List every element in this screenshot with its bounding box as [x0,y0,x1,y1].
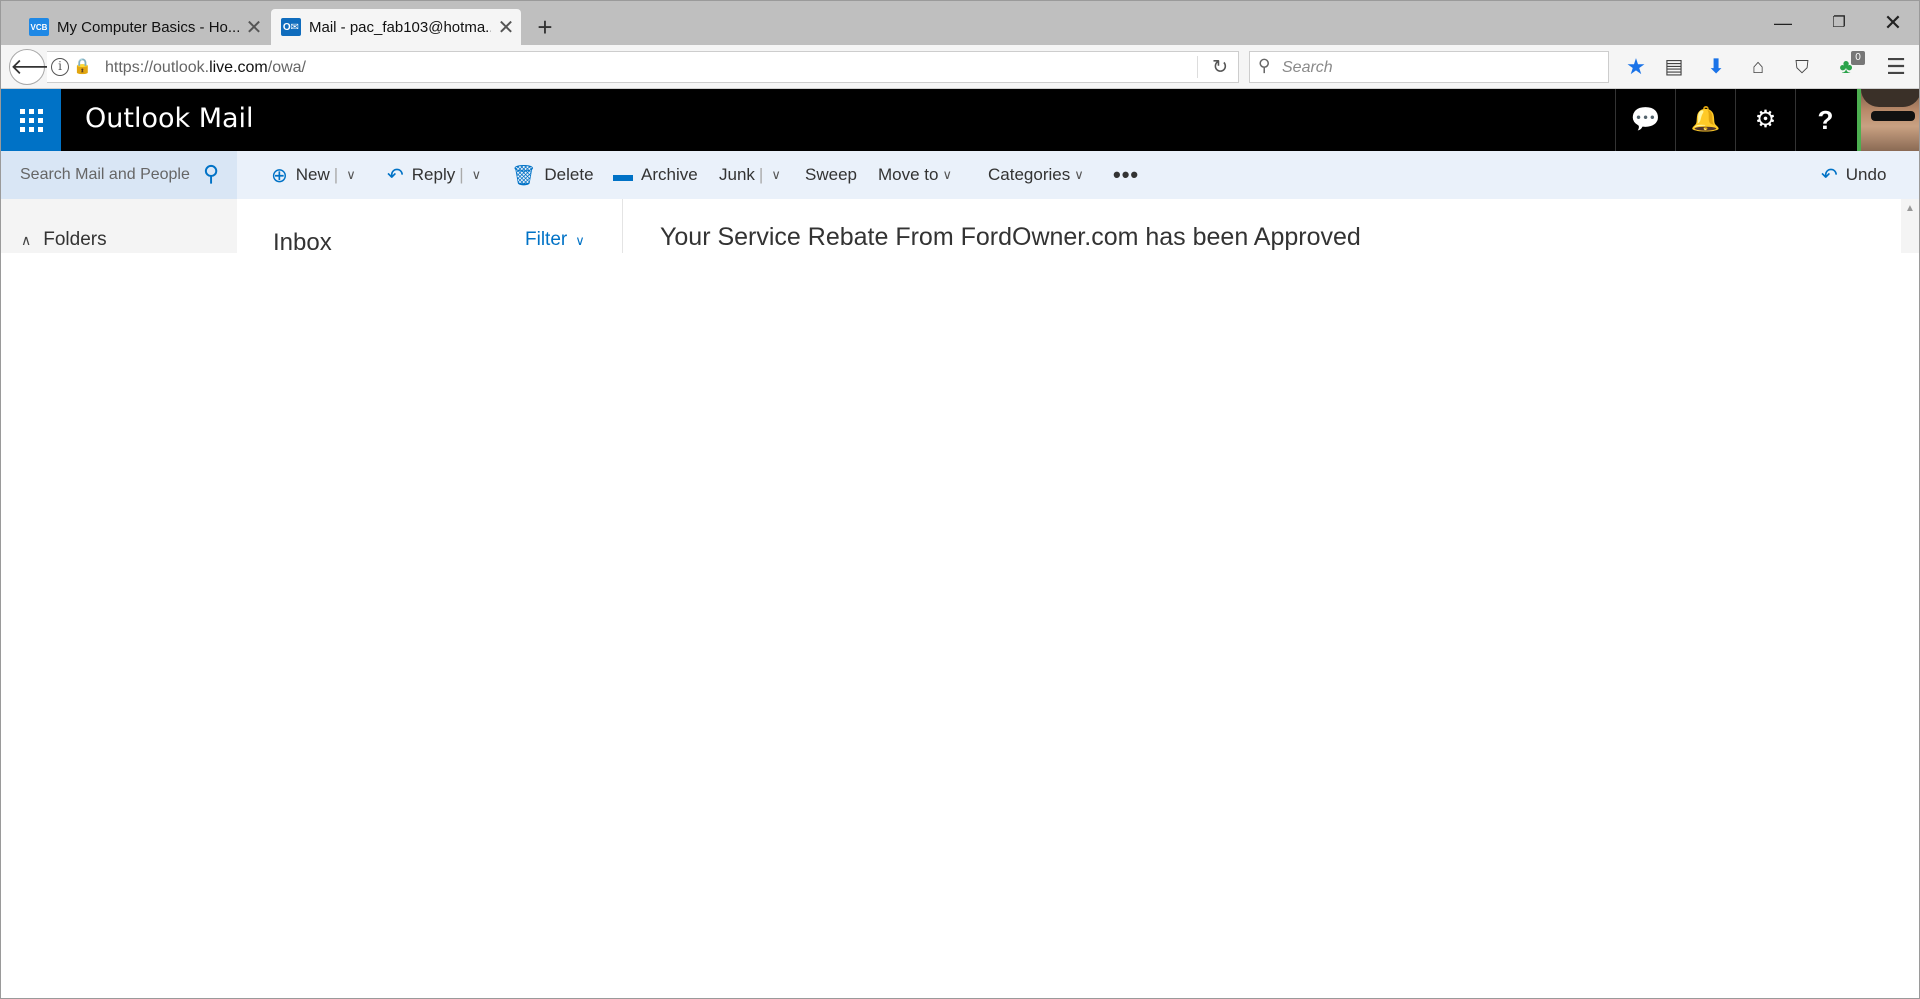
message-list-pane: Inbox Filter ∨ [237,199,623,256]
reading-pane-scrollbar[interactable]: ▲ [1901,199,1919,253]
gear-icon[interactable]: ⚙ [1735,89,1795,151]
hamburger-menu-icon[interactable]: ☰ [1881,51,1911,83]
reply-button[interactable]: ↶ Reply | ∨ [387,151,481,199]
download-icon[interactable]: ⬇ [1701,51,1731,83]
inbox-heading: Inbox [273,229,332,256]
trash-icon: 🗑 [511,164,537,187]
bookmarks-list-icon[interactable]: ▤ [1659,51,1689,83]
avatar[interactable] [1857,89,1919,151]
mail-search-input[interactable]: Search Mail and People ⚲ [1,151,237,199]
chevron-up-icon: ∧ [21,231,32,248]
reload-icon[interactable]: ↻ [1212,56,1228,79]
navigation-toolbar: 🡐 i 🔒 https://outlook.live.com/owa/ ↻ ⚲ … [1,45,1919,89]
url-text[interactable]: https://outlook.live.com/owa/ [105,59,306,77]
bookmark-star-icon[interactable]: ★ [1621,51,1651,83]
insecure-lock-icon[interactable]: 🔒 [73,57,92,75]
chevron-down-icon: ∨ [1074,167,1084,182]
tab-outlook-mail[interactable]: O✉ Mail - pac_fab103@hotma... ✕ [271,9,521,45]
vcb-favicon-icon: VCB [29,18,49,36]
info-icon[interactable]: i [51,58,69,76]
command-bar: Search Mail and People ⚲ ⊕ New | ∨ ↶ Repl… [1,151,1919,199]
tab-strip: VCB My Computer Basics - Ho... ✕ O✉ Mail… [1,1,1919,45]
filter-button[interactable]: Filter ∨ [525,229,585,251]
search-placeholder: Search Mail and People [20,166,190,183]
sweep-button[interactable]: Sweep [805,151,857,199]
folders-toggle[interactable]: ∧ Folders [21,229,107,251]
chevron-down-icon[interactable]: ∨ [472,167,482,183]
close-icon[interactable]: ✕ [491,15,521,40]
address-bar[interactable]: i 🔒 https://outlook.live.com/owa/ ↻ [47,51,1239,83]
search-icon[interactable]: ⚲ [203,161,219,187]
chevron-down-icon[interactable]: ∨ [346,167,356,183]
app-title: Outlook Mail [85,103,254,134]
pocket-icon[interactable]: ⛉ [1787,51,1817,83]
search-placeholder: Search [1282,59,1333,76]
scroll-up-icon[interactable]: ▲ [1905,203,1915,214]
back-button[interactable]: 🡐 [9,49,69,85]
outlook-header: Outlook Mail 💬 🔔 ⚙ ? [1,89,1919,151]
outlook-favicon-icon: O✉ [281,18,301,36]
undo-icon: ↶ [1821,164,1838,187]
message-subject: Your Service Rebate From FordOwner.com h… [660,223,1361,251]
chevron-down-icon[interactable]: ∨ [771,167,781,183]
archive-button[interactable]: ▬ Archive [613,151,698,199]
reading-pane: Your Service Rebate From FordOwner.com h… [623,199,1901,253]
undo-button[interactable]: ↶ Undo [1821,151,1886,199]
bell-icon[interactable]: 🔔 [1675,89,1735,151]
folders-label: Folders [43,229,107,250]
move-to-button[interactable]: Move to ∨ [878,151,952,199]
minimize-button[interactable]: — [1763,7,1803,39]
close-icon[interactable]: ✕ [239,15,269,40]
help-icon[interactable]: ? [1795,89,1855,151]
junk-button[interactable]: Junk | ∨ [719,151,781,199]
browser-search-input[interactable]: ⚲ Search [1249,51,1609,83]
tab-title: Mail - pac_fab103@hotma... [309,18,491,36]
divider [1197,56,1198,78]
new-button[interactable]: ⊕ New | ∨ [271,151,356,199]
window-close-button[interactable]: ✕ [1873,7,1913,39]
plus-circle-icon: ⊕ [271,164,288,187]
restore-button[interactable]: ❐ [1819,7,1859,39]
more-actions-button[interactable]: ••• [1113,151,1139,199]
search-icon: ⚲ [1258,56,1271,75]
tab-title: My Computer Basics - Ho... [57,18,239,36]
extension-badge: 0 [1851,51,1865,65]
tab-my-computer-basics[interactable]: VCB My Computer Basics - Ho... ✕ [19,9,269,45]
home-icon[interactable]: ⌂ [1743,51,1773,83]
reply-arrow-icon: ↶ [387,164,404,187]
archive-box-icon: ▬ [613,163,633,186]
browser-window: VCB My Computer Basics - Ho... ✕ O✉ Mail… [0,0,1920,999]
chevron-down-icon: ∨ [575,233,585,248]
delete-button[interactable]: 🗑 Delete [511,151,594,199]
new-tab-button[interactable]: + [531,11,559,43]
chat-icon[interactable]: 💬 [1615,89,1675,151]
categories-button[interactable]: Categories ∨ [988,151,1084,199]
chevron-down-icon: ∨ [942,167,952,182]
folder-pane: ∧ Folders [1,199,237,253]
app-launcher-icon[interactable] [1,89,61,151]
